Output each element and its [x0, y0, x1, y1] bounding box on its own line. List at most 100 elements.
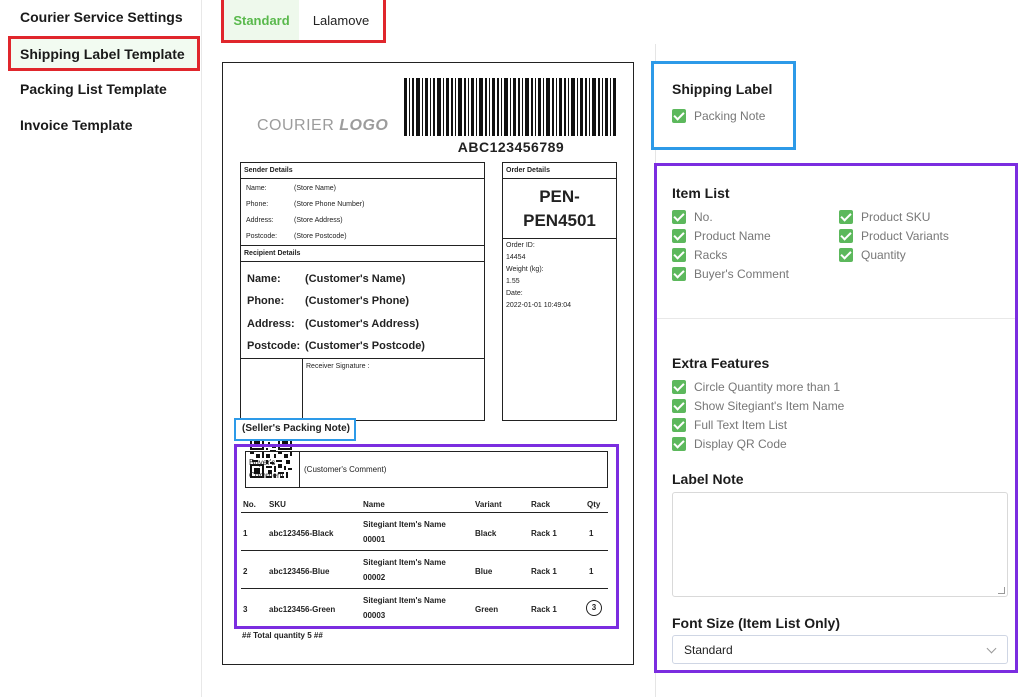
courier-logo: COURIER LOGO	[257, 117, 388, 135]
row-name-line: 00001	[363, 535, 386, 544]
sender-details-box: Sender Details Name: (Store Name) Phone: (…	[240, 162, 485, 246]
row-rack: Rack 1	[531, 605, 557, 614]
sidebar-item-invoice-template[interactable]: Invoice Template	[20, 117, 133, 133]
row-name: Sitegiant Item's Name 00002	[363, 555, 446, 585]
row-variant: Blue	[475, 567, 493, 576]
receiver-signature-label: Receiver Signature :	[306, 363, 370, 370]
row-sku: abc123456-Green	[269, 605, 336, 614]
font-size-selected-value: Standard	[684, 643, 733, 657]
resize-handle-icon[interactable]	[998, 587, 1005, 594]
field-value: (Store Name)	[294, 185, 337, 192]
order-id-value: 14454	[506, 254, 526, 261]
shipping-label-section: Shipping Label Packing Note	[651, 61, 796, 150]
row-name-line: 00002	[363, 573, 386, 582]
row-name-line: Sitegiant Item's Name	[363, 596, 446, 605]
field-label: Name:	[246, 185, 267, 192]
tab-lalamove[interactable]: Lalamove	[299, 0, 383, 40]
app-root: Courier Service Settings Shipping Label …	[0, 0, 1024, 697]
sidebar-item-packing-list-template[interactable]: Packing List Template	[20, 81, 167, 97]
shipping-label-title: Shipping Label	[672, 81, 773, 97]
checkbox-checked-icon	[839, 229, 853, 243]
checkbox-checked-icon	[672, 229, 686, 243]
row-name-line: Sitegiant Item's Name	[363, 520, 446, 529]
sidebar-item-courier-service-settings[interactable]: Courier Service Settings	[20, 9, 183, 25]
checkbox-label: Quantity	[861, 248, 906, 262]
field-label: Phone:	[246, 201, 269, 208]
col-header-no: No.	[243, 500, 256, 509]
row-rack: Rack 1	[531, 567, 557, 576]
recipient-details-box: Recipient Details Name: (Customer's Name)…	[240, 245, 485, 359]
buyer-comment-box: Buyer's Comment (Customer's Comment)	[245, 451, 608, 488]
row-name-line: 00003	[363, 611, 386, 620]
checkbox-label: Product Variants	[861, 229, 949, 243]
checkbox-label: Circle Quantity more than 1	[694, 380, 841, 394]
col-header-sku: SKU	[269, 500, 286, 509]
checkbox-label: Product Name	[694, 229, 771, 243]
row-no: 3	[243, 605, 248, 614]
template-tabs: Standard Lalamove	[221, 0, 386, 43]
field-value: (Store Postcode)	[294, 233, 347, 240]
chevron-down-icon	[986, 643, 997, 654]
sidebar-item-label: Shipping Label Template	[20, 46, 185, 62]
tab-standard[interactable]: Standard	[224, 0, 299, 40]
field-label: Name:	[247, 273, 281, 285]
signature-box: Receiver Signature :	[240, 358, 485, 421]
recipient-details-title: Recipient Details	[241, 246, 484, 262]
row-qty-circled: 3	[586, 600, 602, 616]
row-rack: Rack 1	[531, 529, 557, 538]
sender-details-title: Sender Details	[241, 163, 484, 179]
field-label: Postcode:	[247, 340, 301, 352]
field-value: (Customer's Postcode)	[305, 340, 425, 352]
item-list-title: Item List	[672, 185, 730, 201]
row-no: 1	[243, 529, 248, 538]
buyer-comment-label-line: Comment	[249, 471, 284, 480]
sidebar: Courier Service Settings Shipping Label …	[0, 0, 202, 697]
checkbox-checked-icon	[672, 380, 686, 394]
date-value: 2022-01-01 10:49:04	[506, 302, 571, 309]
table-divider	[241, 550, 608, 551]
order-details-box: Order Details PEN- PEN4501 Order ID: 144…	[502, 162, 617, 421]
font-size-title: Font Size (Item List Only)	[672, 615, 841, 631]
checkbox-label: Full Text Item List	[694, 418, 788, 432]
label-note-textarea[interactable]	[672, 492, 1008, 597]
font-size-select[interactable]: Standard	[672, 635, 1008, 664]
buyer-comment-value: (Customer's Comment)	[304, 465, 387, 474]
col-header-qty: Qty	[587, 500, 601, 509]
sidebar-item-shipping-label-template[interactable]: Shipping Label Template	[8, 36, 200, 71]
field-label: Address:	[246, 217, 274, 224]
courier-logo-bold: LOGO	[339, 117, 389, 134]
row-name: Sitegiant Item's Name 00001	[363, 517, 446, 547]
checkbox-checked-icon	[672, 248, 686, 262]
seller-packing-note: (Seller's Packing Note)	[234, 418, 356, 441]
field-label: Postcode:	[246, 233, 278, 240]
field-label: Phone:	[247, 295, 285, 307]
divider	[503, 238, 616, 239]
field-value: (Store Phone Number)	[294, 201, 365, 208]
order-details-title: Order Details	[503, 163, 616, 179]
courier-logo-prefix: COURIER	[257, 117, 340, 134]
barcode-number: ABC123456789	[457, 139, 565, 155]
table-divider	[241, 588, 608, 589]
row-variant: Green	[475, 605, 499, 614]
checkbox-checked-icon	[672, 267, 686, 281]
checkbox-label: Racks	[694, 248, 728, 262]
row-qty: 1	[589, 567, 594, 576]
row-qty: 1	[589, 529, 594, 538]
checkbox-label: No.	[694, 210, 713, 224]
checkbox-label: Show Sitegiant's Item Name	[694, 399, 845, 413]
row-name-line: Sitegiant Item's Name	[363, 558, 446, 567]
order-code-line-2: PEN4501	[523, 211, 596, 230]
label-note-title: Label Note	[672, 471, 744, 487]
buyer-comment-label-line: Buyer's	[249, 458, 276, 467]
total-quantity: ## Total quantity 5 ##	[242, 631, 323, 640]
checkbox-label: Product SKU	[861, 210, 931, 224]
extra-features-title: Extra Features	[672, 355, 770, 371]
row-sku: abc123456-Black	[269, 529, 334, 538]
row-variant: Black	[475, 529, 497, 538]
shipping-label-preview: COURIER LOGO ABC123456789 Sender Details…	[222, 62, 634, 665]
section-divider	[657, 318, 1015, 319]
checkbox-checked-icon	[672, 399, 686, 413]
row-name: Sitegiant Item's Name 00003	[363, 593, 446, 623]
divider	[302, 359, 303, 420]
table-divider	[241, 512, 608, 513]
